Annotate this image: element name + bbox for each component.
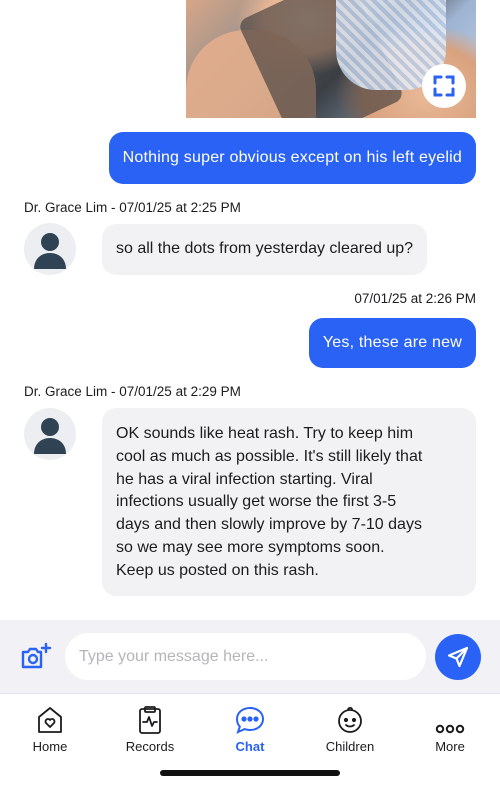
tab-label: Chat (235, 739, 265, 754)
tab-label: More (435, 739, 465, 754)
send-button[interactable] (435, 634, 481, 680)
tab-chat[interactable]: Chat (200, 694, 300, 754)
more-dots-icon (434, 700, 466, 735)
chat-bubble-icon (234, 700, 266, 735)
tab-home[interactable]: Home (0, 694, 100, 754)
home-heart-icon (36, 700, 64, 735)
tab-children[interactable]: Children (300, 694, 400, 754)
shared-photo[interactable] (186, 0, 476, 118)
doctor-avatar (24, 223, 76, 275)
message-outgoing[interactable]: Nothing super obvious except on his left… (108, 132, 476, 184)
tab-label: Home (32, 739, 68, 754)
expand-icon[interactable] (422, 64, 466, 108)
tab-more[interactable]: More (400, 694, 500, 754)
send-icon (447, 646, 469, 668)
message-meta: Dr. Grace Lim - 07/01/25 at 2:29 PM (24, 384, 241, 399)
message-line: he has a viral infection starting. Viral (116, 470, 373, 488)
tab-label: Children (325, 739, 375, 754)
baby-face-icon (335, 700, 365, 735)
clipboard-pulse-icon (137, 700, 163, 735)
message-incoming[interactable]: so all the dots from yesterday cleared u… (102, 224, 428, 275)
message-text: Yes, these are new (322, 334, 462, 351)
message-line: infections usually get worse the first 3… (116, 493, 397, 511)
message-outgoing[interactable]: Yes, these are new (308, 318, 476, 368)
home-indicator (160, 770, 340, 776)
message-line: so we may see more symptoms soon. (116, 538, 385, 556)
message-line: days and then slowly improve by 7-10 day… (116, 516, 422, 534)
chat-thread: Nothing super obvious except on his left… (0, 0, 500, 620)
camera-add-icon[interactable] (20, 642, 52, 672)
message-input[interactable] (65, 633, 426, 680)
message-line: cool as much as possible. It's still lik… (116, 447, 423, 465)
message-text: Nothing super obvious except on his left… (122, 149, 462, 166)
message-line: OK sounds like heat rash. Try to keep hi… (116, 425, 414, 442)
message-text: so all the dots from yesterday cleared u… (116, 240, 414, 258)
message-meta: 07/01/25 at 2:26 PM (354, 291, 476, 306)
message-line: Keep us posted on this rash. (116, 561, 319, 579)
message-incoming[interactable]: OK sounds like heat rash. Try to keep hi… (102, 408, 476, 596)
tab-label: Records (125, 739, 175, 754)
message-meta: Dr. Grace Lim - 07/01/25 at 2:25 PM (24, 200, 241, 215)
doctor-avatar (24, 408, 76, 460)
tab-records[interactable]: Records (100, 694, 200, 754)
